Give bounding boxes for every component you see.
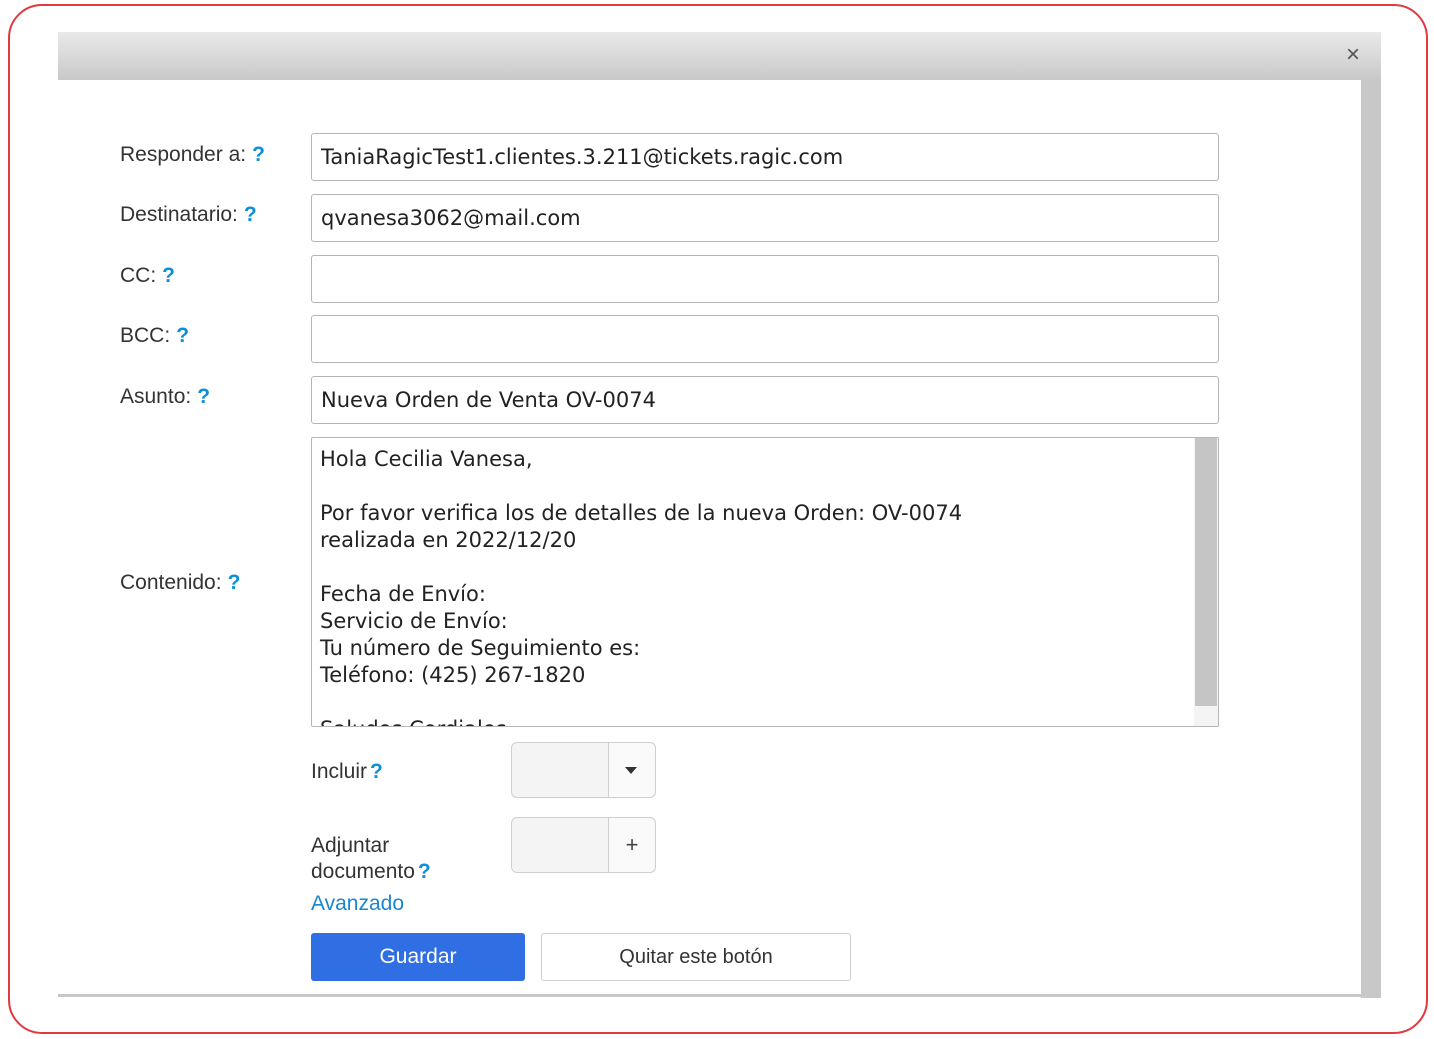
recipient-input[interactable] [311,194,1219,242]
recipient-label: Destinatario:? [120,203,257,226]
help-icon[interactable]: ? [252,143,265,166]
chevron-down-icon [625,767,637,774]
bcc-input[interactable] [311,315,1219,363]
remove-button[interactable]: Quitar este botón [541,933,851,981]
subject-label: Asunto:? [120,385,211,408]
reply-to-label: Responder a:? [120,143,265,166]
content-textarea[interactable]: Hola Cecilia Vanesa, Por favor verifica … [311,437,1219,727]
textarea-scrollbar-thumb[interactable] [1195,438,1217,706]
horizontal-scrollbar[interactable] [58,994,1361,997]
include-select[interactable] [511,742,656,798]
help-icon[interactable]: ? [197,385,210,408]
textarea-scrollbar[interactable] [1194,438,1218,726]
dialog-scrollbar[interactable] [1361,80,1381,998]
help-icon[interactable]: ? [162,264,175,287]
help-icon[interactable]: ? [244,203,257,226]
content-label: Contenido:? [120,571,241,594]
bcc-label: BCC:? [120,324,190,347]
help-icon[interactable]: ? [176,324,189,347]
dialog-titlebar: × [58,32,1381,80]
save-button[interactable]: Guardar [311,933,525,981]
include-dropdown-button[interactable] [608,743,655,797]
close-icon[interactable]: × [1341,41,1365,69]
help-icon[interactable]: ? [370,760,383,783]
reply-to-input[interactable] [311,133,1219,181]
help-icon[interactable]: ? [418,860,431,883]
subject-input[interactable] [311,376,1219,424]
attach-label: Adjuntar documento? [311,834,431,883]
email-settings-dialog: × Responder a:? Destinatario:? CC:? BCC:… [58,32,1381,998]
include-label: Incluir? [311,760,383,783]
cc-label: CC:? [120,264,175,287]
plus-icon[interactable]: + [608,818,655,872]
help-icon[interactable]: ? [228,571,241,594]
attach-field[interactable]: + [511,817,656,873]
advanced-link[interactable]: Avanzado [311,892,404,916]
cc-input[interactable] [311,255,1219,303]
content-text[interactable]: Hola Cecilia Vanesa, Por favor verifica … [320,446,1188,726]
